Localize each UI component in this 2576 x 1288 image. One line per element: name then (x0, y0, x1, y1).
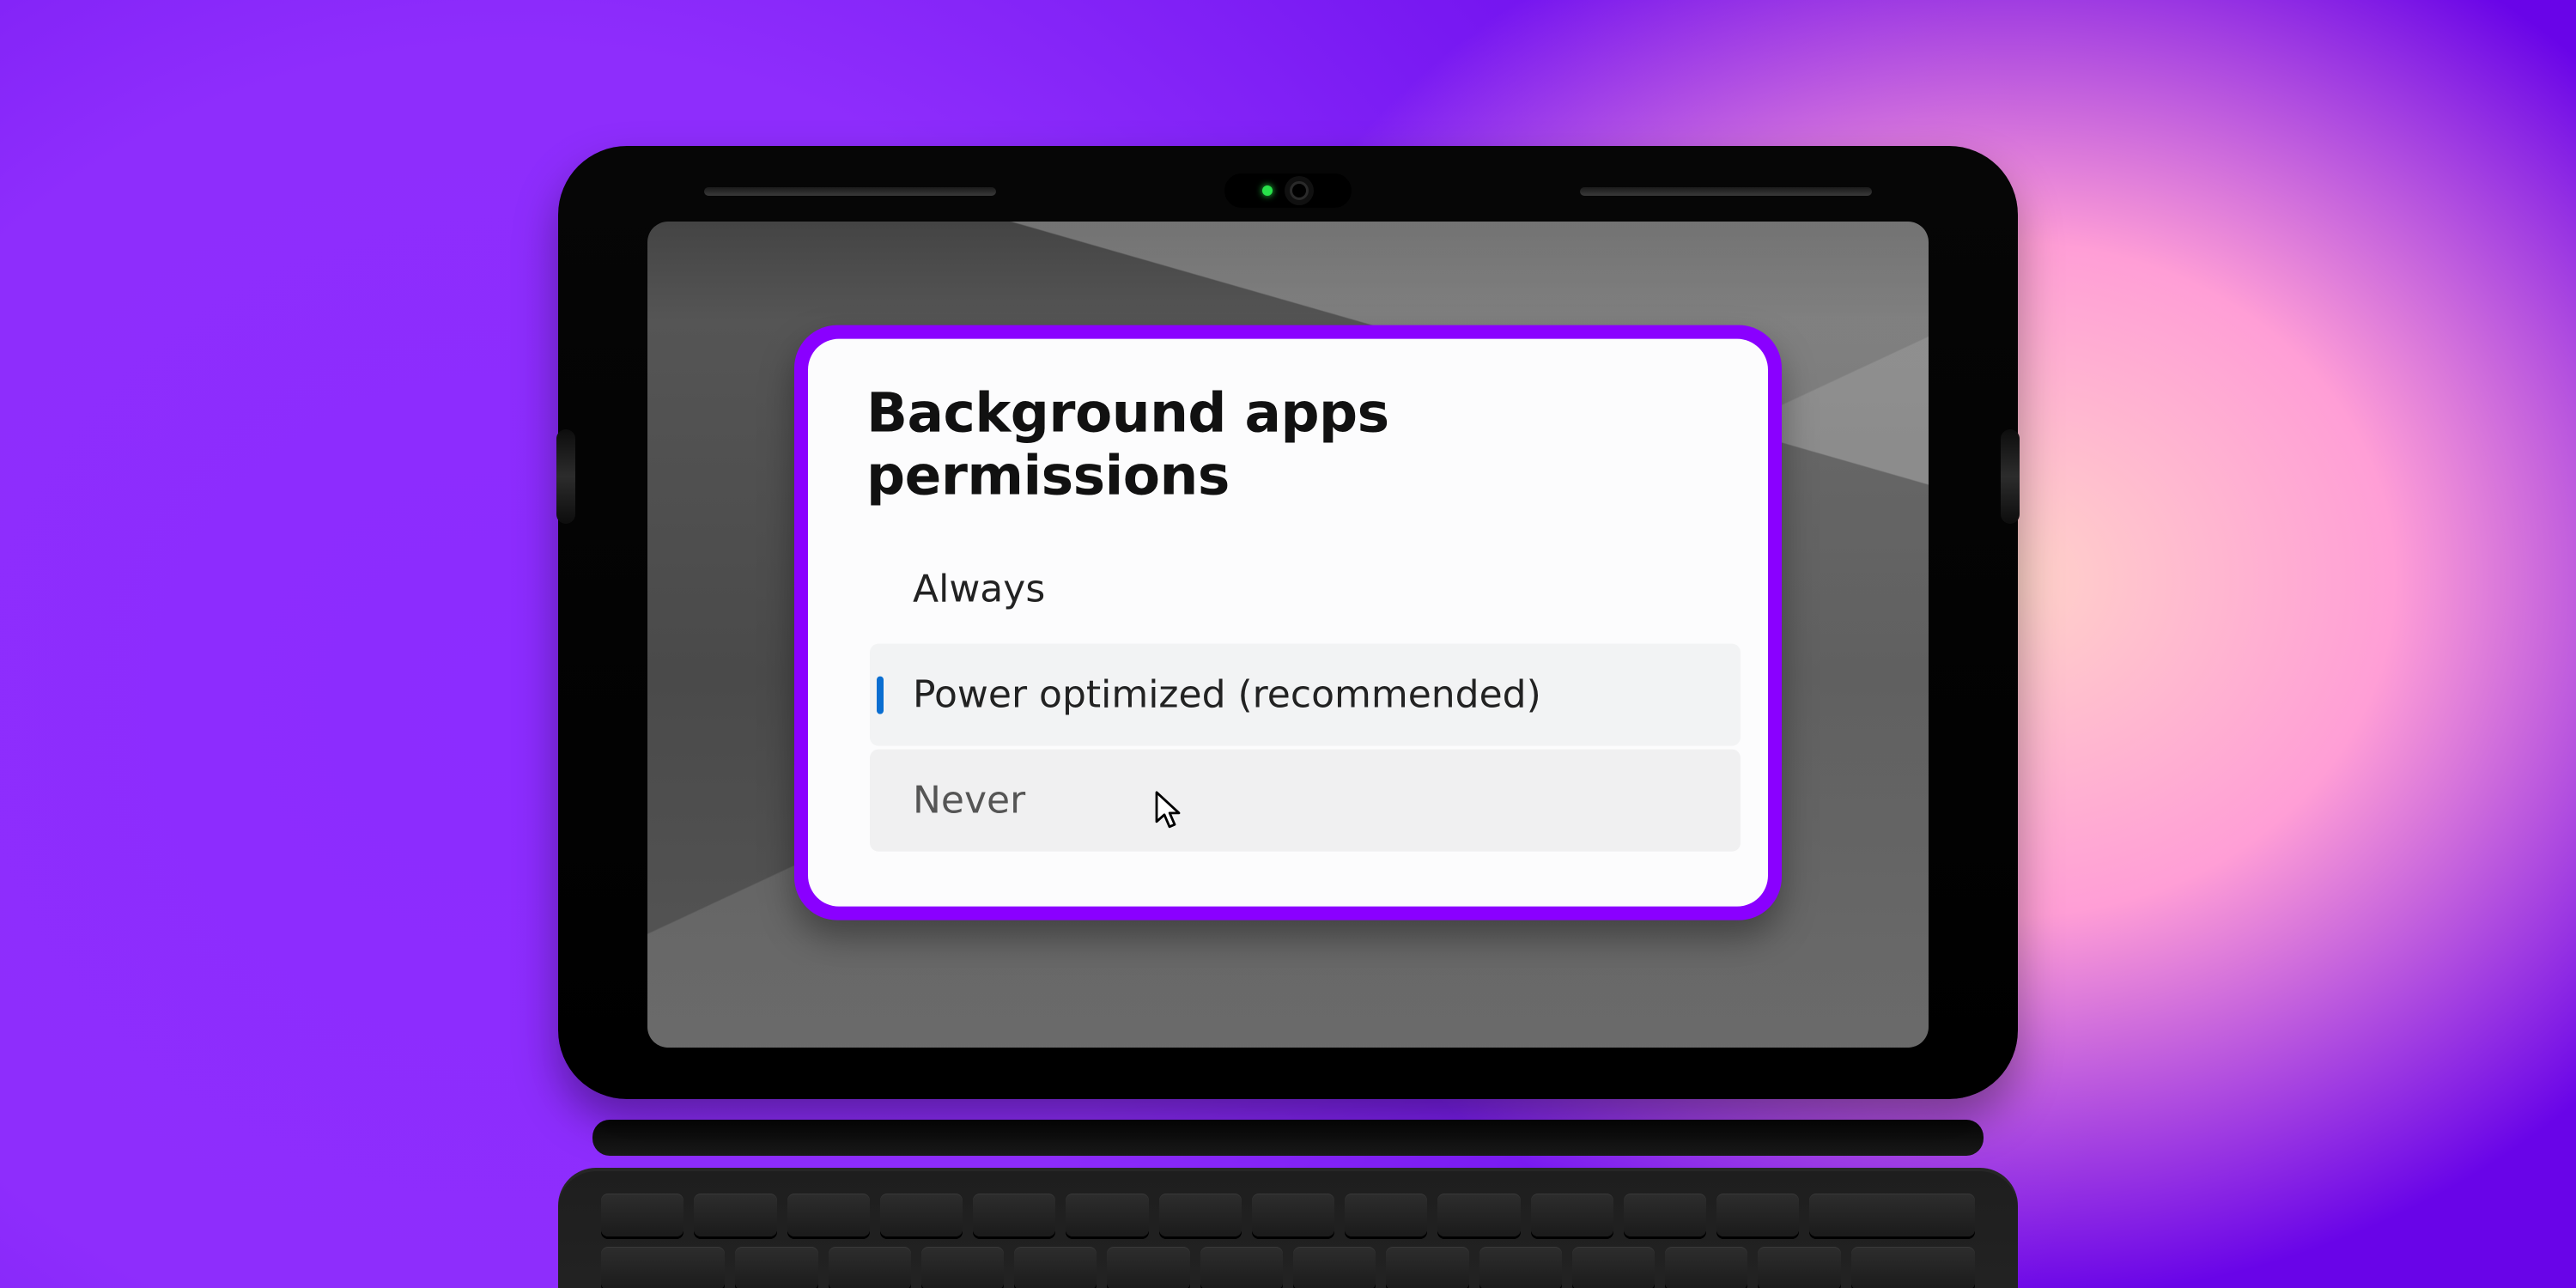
laptop-hinge (592, 1120, 1984, 1156)
option-power-optimized[interactable]: Power optimized (recommended) (870, 644, 1741, 746)
hinge-pin-left (556, 429, 575, 524)
speaker-slit-right (1580, 187, 1872, 196)
webcam-led-icon (1262, 185, 1273, 196)
options-list: Always Power optimized (recommended) Nev… (870, 538, 1741, 852)
option-label: Never (913, 779, 1025, 823)
laptop-lid: Background apps permissions Always Power… (558, 146, 2018, 1099)
settings-panel: Background apps permissions Always Power… (808, 339, 1768, 907)
option-never[interactable]: Never (870, 750, 1741, 852)
option-always[interactable]: Always (870, 538, 1741, 641)
webcam-lens-icon (1285, 176, 1314, 205)
speaker-slit-left (704, 187, 996, 196)
hinge-pin-right (2001, 429, 2020, 524)
cursor-arrow-icon (1153, 790, 1188, 841)
hero-backdrop: Background apps permissions Always Power… (0, 0, 2576, 1288)
option-label: Power optimized (recommended) (913, 673, 1541, 717)
laptop-deck (558, 1168, 2018, 1288)
option-label: Always (913, 568, 1045, 611)
laptop-screen: Background apps permissions Always Power… (647, 222, 1929, 1048)
webcam-notch (1224, 173, 1352, 208)
panel-title: Background apps permissions (866, 382, 1715, 507)
laptop-illustration: Background apps permissions Always Power… (558, 146, 2018, 1288)
keyboard (601, 1194, 1975, 1288)
settings-panel-frame: Background apps permissions Always Power… (794, 325, 1782, 920)
